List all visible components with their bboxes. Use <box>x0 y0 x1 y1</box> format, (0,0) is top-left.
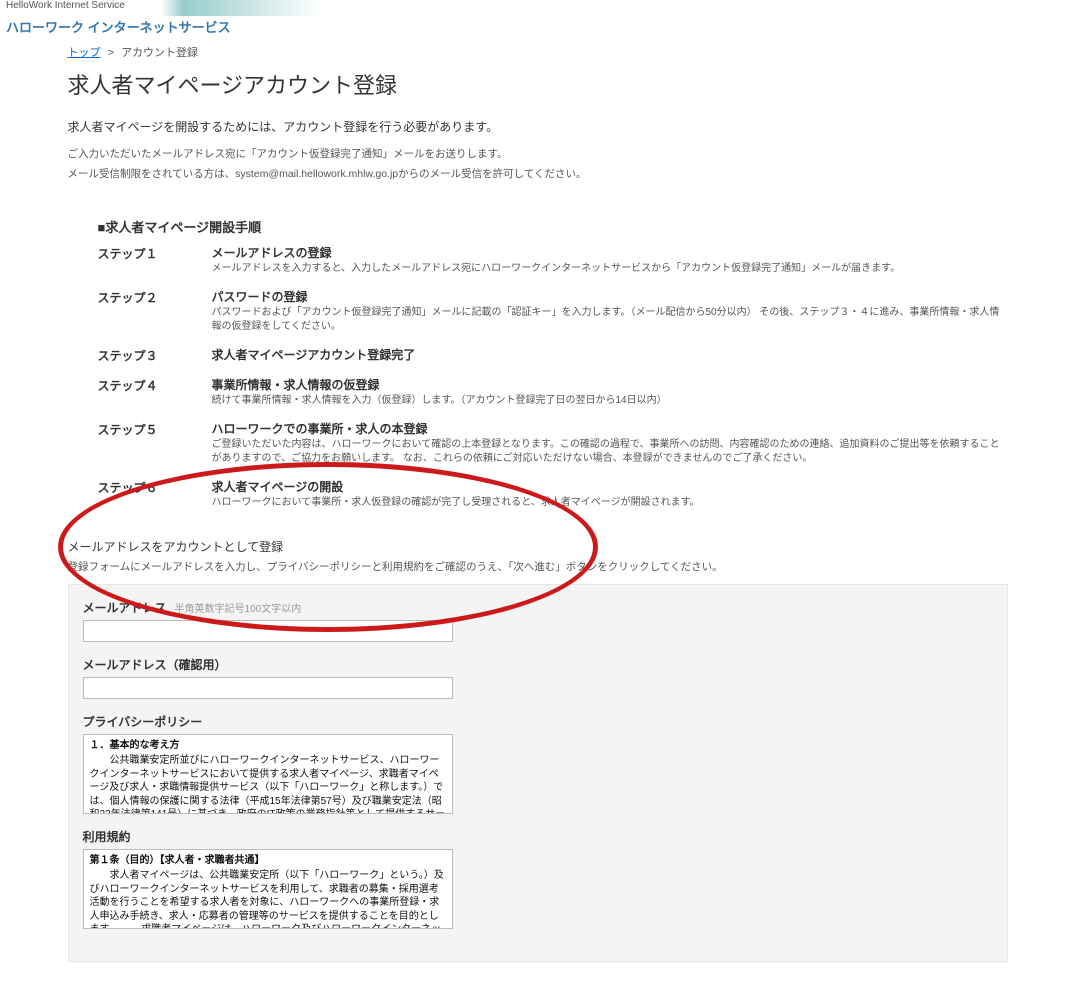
step-row: ステップ１ メールアドレスの登録 メールアドレスを入力すると、入力したメールアド… <box>98 244 1008 276</box>
step-desc: ハローワークにおいて事業所・求人仮登録の確認が完了し受理されると、求人者マイペー… <box>212 496 1008 510</box>
breadcrumb-home-link[interactable]: トップ <box>68 47 101 59</box>
email-label: メールアドレス半角英数字記号100文字以内 <box>83 599 302 616</box>
step-label: ステップ５ <box>98 420 212 466</box>
step-desc: 続けて事業所情報・求人情報を入力（仮登録）します。（アカウント登録完了日の翌日か… <box>212 394 1008 408</box>
form-section-title: メールアドレスをアカウントとして登録 <box>68 538 1008 555</box>
note-1: ご入力いただいたメールアドレス宛に「アカウント仮登録完了通知」メールをお送りしま… <box>68 147 1008 163</box>
step-row: ステップ３ 求人者マイページアカウント登録完了 <box>98 346 1008 364</box>
step-title: 事業所情報・求人情報の仮登録 <box>212 376 1008 393</box>
step-title: 求人者マイページアカウント登録完了 <box>212 346 1008 363</box>
step-label: ステップ４ <box>98 376 212 408</box>
terms-box[interactable]: 第１条（目的）【求人者・求職者共通】 求人者マイページは、公共職業安定所（以下「… <box>83 849 453 929</box>
step-desc: パスワードおよび「アカウント仮登録完了通知」メールに記載の「認証キー」を入力しま… <box>212 306 1008 334</box>
privacy-body: 公共職業安定所並びにハローワークインターネットサービス、ハローワークインターネッ… <box>90 754 446 814</box>
step-row: ステップ６ 求人者マイページの開設 ハローワークにおいて事業所・求人仮登録の確認… <box>98 478 1008 510</box>
step-desc: ご登録いただいた内容は、ハローワークにおいて確認の上本登録となります。この確認の… <box>212 438 1008 466</box>
terms-label: 利用規約 <box>83 828 993 845</box>
step-label: ステップ６ <box>98 478 212 510</box>
privacy-label: プライバシーポリシー <box>83 713 993 730</box>
breadcrumb: トップ > アカウント登録 <box>68 44 1008 60</box>
note-2: メール受信制限をされている方は、system@mail.hellowork.mh… <box>68 167 1008 183</box>
service-name: ハローワーク インターネットサービス <box>0 16 1075 38</box>
step-title: メールアドレスの登録 <box>212 244 1008 261</box>
privacy-policy-box[interactable]: １．基本的な考え方 公共職業安定所並びにハローワークインターネットサービス、ハロ… <box>83 734 453 814</box>
privacy-h1: １．基本的な考え方 <box>90 739 446 753</box>
step-title: ハローワークでの事業所・求人の本登録 <box>212 420 1008 437</box>
breadcrumb-sep: > <box>108 47 114 59</box>
step-row: ステップ４ 事業所情報・求人情報の仮登録 続けて事業所情報・求人情報を入力（仮登… <box>98 376 1008 408</box>
step-title: 求人者マイページの開設 <box>212 478 1008 495</box>
page-title: 求人者マイページアカウント登録 <box>68 68 1008 100</box>
email-confirm-input[interactable] <box>83 677 453 699</box>
form-area: メールアドレス半角英数字記号100文字以内 メールアドレス（確認用） プライバシ… <box>68 584 1008 962</box>
form-section-lead: 登録フォームにメールアドレスを入力し、プライバシーポリシーと利用規約をご確認のう… <box>68 559 1008 574</box>
email-input[interactable] <box>83 620 453 642</box>
step-desc: メールアドレスを入力すると、入力したメールアドレス宛にハローワークインターネット… <box>212 262 1008 276</box>
top-small-bar: HelloWork Internet Service <box>0 0 1075 16</box>
step-title: パスワードの登録 <box>212 288 1008 305</box>
email-note: 半角英数字記号100文字以内 <box>175 604 302 615</box>
step-row: ステップ２ パスワードの登録 パスワードおよび「アカウント仮登録完了通知」メール… <box>98 288 1008 334</box>
terms-body: 求人者マイページは、公共職業安定所（以下「ハローワーク」という。）及びハローワー… <box>90 869 446 929</box>
step-row: ステップ５ ハローワークでの事業所・求人の本登録 ご登録いただいた内容は、ハロー… <box>98 420 1008 466</box>
terms-h1: 第１条（目的）【求人者・求職者共通】 <box>90 854 446 868</box>
steps-heading: ■求人者マイページ開設手順 <box>98 217 1008 236</box>
step-label: ステップ３ <box>98 346 212 364</box>
step-label: ステップ１ <box>98 244 212 276</box>
step-label: ステップ２ <box>98 288 212 334</box>
email-confirm-label: メールアドレス（確認用） <box>83 656 227 673</box>
lead-text: 求人者マイページを開設するためには、アカウント登録を行う必要があります。 <box>68 118 1008 135</box>
breadcrumb-current: アカウント登録 <box>121 47 198 59</box>
